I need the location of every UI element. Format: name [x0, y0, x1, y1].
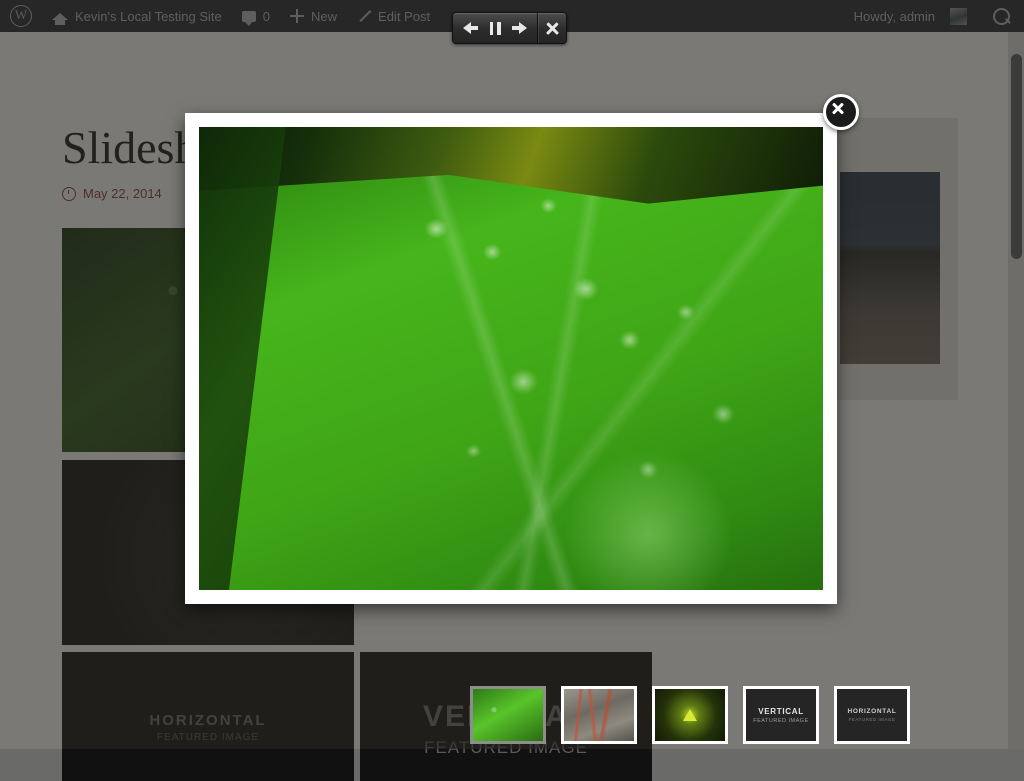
scrollbar-thumb[interactable]: [1011, 54, 1022, 259]
page-scrollbar[interactable]: [1008, 32, 1024, 749]
close-icon: [545, 21, 559, 35]
thumb-horizontal-featured[interactable]: HORIZONTAL FEATURED IMAGE: [834, 686, 910, 744]
thumb-vertical-featured[interactable]: VERTICAL FEATURED IMAGE: [743, 686, 819, 744]
slideshow-next-button[interactable]: [509, 13, 537, 43]
pause-icon: [489, 21, 501, 35]
arrow-right-icon: [512, 22, 527, 34]
slideshow-control-bar: [452, 12, 567, 44]
lightbox-close-button[interactable]: [823, 94, 859, 130]
slideshow-close-button[interactable]: [538, 13, 566, 43]
lightbox-frame[interactable]: [185, 113, 837, 604]
thumb-sublabel: FEATURED IMAGE: [753, 717, 809, 724]
thumb-label: HORIZONTAL: [847, 708, 897, 715]
arrow-left-icon: [463, 22, 478, 34]
lightbox-image: [199, 127, 823, 590]
thumb-radioactive[interactable]: [652, 686, 728, 744]
thumb-label: VERTICAL: [758, 706, 804, 716]
thumb-green-leaf[interactable]: [470, 686, 546, 744]
thumb-rock-graffiti[interactable]: [561, 686, 637, 744]
thumb-sublabel: FEATURED IMAGE: [848, 717, 896, 722]
slideshow-pause-button[interactable]: [481, 13, 509, 43]
close-icon: [831, 102, 844, 115]
thumbnail-strip: VERTICAL FEATURED IMAGE HORIZONTAL FEATU…: [470, 686, 910, 744]
slideshow-previous-button[interactable]: [453, 13, 481, 43]
